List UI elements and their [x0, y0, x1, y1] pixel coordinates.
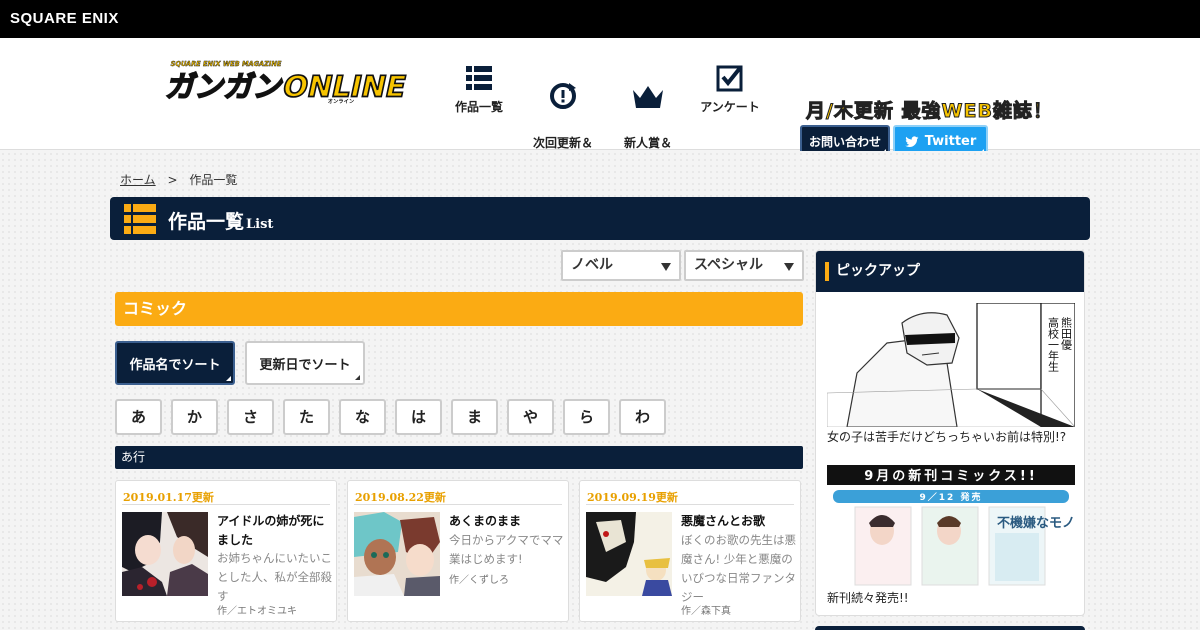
kana-tab-ha[interactable]: は: [395, 399, 442, 435]
dropdown-arrow-icon: [661, 263, 671, 271]
new-comics-caption[interactable]: 新刊続々発売!!: [827, 589, 909, 606]
novel-select[interactable]: ノベル: [561, 250, 681, 281]
next-sidebar-panel: [815, 626, 1085, 630]
accent-bar: [825, 262, 829, 281]
nav-survey[interactable]: アンケート: [700, 64, 760, 116]
a-row-heading: あ行: [115, 446, 803, 469]
refresh-clock-icon: [550, 83, 576, 109]
work-card[interactable]: 2019.08.22更新 あくまのまま 今日からアクマでママ業はじめます! 作／…: [347, 480, 569, 622]
dropdown-arrow-icon: [784, 263, 794, 271]
special-select[interactable]: スペシャル: [684, 250, 804, 281]
special-select-label: スペシャル: [694, 257, 764, 273]
corner-mark: [355, 375, 360, 380]
sort-by-date-button[interactable]: 更新日でソート: [245, 341, 365, 385]
svg-text:9月の新刊コミックス!!: 9月の新刊コミックス!!: [864, 468, 1038, 484]
breadcrumb-home-link[interactable]: ホーム: [120, 173, 156, 187]
kana-tab-ka[interactable]: か: [171, 399, 218, 435]
page-title: 作品一覧 List: [168, 207, 273, 234]
work-description: 今日からアクマでママ業はじめます!: [449, 533, 564, 566]
divider: [122, 504, 330, 505]
page-title-bar: 作品一覧 List: [110, 197, 1090, 240]
work-description: お姉ちゃんにいたいことした人、私が全部殺す: [217, 551, 332, 603]
kana-tab-a[interactable]: あ: [115, 399, 162, 435]
page-title-main: 作品一覧: [168, 211, 245, 233]
svg-text:9／12 発売: 9／12 発売: [920, 491, 983, 503]
work-title[interactable]: 悪魔さんとお歌: [681, 512, 795, 531]
divider: [586, 504, 794, 505]
nav-works-list[interactable]: 作品一覧: [455, 64, 503, 116]
svg-text:高校一年生: 高校一年生: [1047, 316, 1060, 372]
update-date: 2019.08.22更新: [355, 491, 446, 504]
svg-text:SQUARE ENIX WEB MAGAZINE: SQUARE ENIX WEB MAGAZINE: [171, 60, 282, 68]
list-icon: [466, 66, 492, 90]
page-title-sub: List: [246, 217, 274, 232]
svg-text:ガンガンONLINE: ガンガンONLINE: [164, 70, 410, 104]
update-date: 2019.09.19更新: [587, 491, 678, 504]
work-author: 作／くずしろ: [449, 575, 509, 586]
kana-tab-sa[interactable]: さ: [227, 399, 274, 435]
contact-label: お問い合わせ: [808, 135, 881, 149]
svg-text:熊田優: 熊田優: [1060, 316, 1073, 351]
breadcrumb-current: 作品一覧: [189, 173, 238, 187]
tagline: 月/木更新 最強WEB雑誌！: [806, 100, 1053, 123]
divider: [354, 504, 562, 505]
work-author: 作／エトオミユキ: [217, 606, 297, 617]
svg-text:不機嫌なモノノケ庵: 不機嫌なモノノケ庵: [997, 515, 1075, 531]
sort-by-title-label: 作品名でソート: [129, 357, 221, 373]
checkbox-icon: [716, 65, 743, 92]
work-thumbnail[interactable]: [586, 512, 672, 596]
work-thumbnail[interactable]: [354, 512, 440, 596]
pickup-banner-image[interactable]: 熊田優 高校一年生: [827, 303, 1075, 427]
breadcrumb: ホーム > 作品一覧: [120, 171, 237, 188]
work-description: ぼくのお歌の先生は悪魔さん! 少年と悪魔のいびつな日常ファンタジー: [681, 533, 796, 604]
pickup-sidebar: ピックアップ 熊田優 高校一年生 女の子は苦手だけどちっちゃいお前は特別!? 9…: [815, 250, 1085, 616]
sort-by-title-button[interactable]: 作品名でソート: [115, 341, 235, 385]
work-title[interactable]: あくまのまま: [449, 512, 563, 531]
work-author: 作／森下真: [681, 606, 731, 617]
pickup-caption[interactable]: 女の子は苦手だけどちっちゃいお前は特別!?: [827, 428, 1066, 445]
work-card[interactable]: 2019.01.17更新 アイドルの姉が死にました お姉ちゃんにいたいことした人…: [115, 480, 337, 622]
kana-tab-ya[interactable]: や: [507, 399, 554, 435]
update-date: 2019.01.17更新: [123, 491, 214, 504]
twitter-label: Twitter: [924, 134, 977, 149]
new-comics-banner-image[interactable]: 9月の新刊コミックス!! 9／12 発売 不機嫌なモノノケ庵: [827, 465, 1075, 587]
list-icon: [124, 204, 156, 234]
nav-label: アンケート: [700, 100, 760, 114]
top-bar: SQUARE ENIX: [0, 0, 1200, 38]
gangan-online-logo[interactable]: SQUARE ENIX WEB MAGAZINE ガンガンONLINE オンライ…: [110, 58, 428, 128]
svg-text:オンライン: オンライン: [328, 98, 354, 105]
sort-by-date-label: 更新日でソート: [259, 357, 351, 373]
pickup-heading: ピックアップ: [816, 251, 1084, 292]
work-card[interactable]: 2019.09.19更新 悪魔さんとお歌 ぼくのお歌の先生は悪魔さん! 少年と悪…: [579, 480, 801, 622]
kana-tab-na[interactable]: な: [339, 399, 386, 435]
comic-section-heading: コミック: [115, 292, 803, 326]
kana-tab-ma[interactable]: ま: [451, 399, 498, 435]
square-enix-logo[interactable]: SQUARE ENIX: [10, 10, 119, 27]
novel-select-label: ノベル: [571, 257, 613, 273]
twitter-bird-icon: [905, 135, 919, 147]
work-thumbnail[interactable]: [122, 512, 208, 596]
breadcrumb-separator: >: [167, 173, 178, 187]
site-header: SQUARE ENIX WEB MAGAZINE ガンガンONLINE オンライ…: [0, 38, 1200, 168]
crown-icon: [633, 86, 663, 108]
corner-mark: [226, 376, 231, 381]
nav-label: 作品一覧: [455, 100, 504, 114]
kana-tab-ra[interactable]: ら: [563, 399, 610, 435]
work-title[interactable]: アイドルの姉が死にました: [217, 512, 331, 550]
kana-tab-wa[interactable]: わ: [619, 399, 666, 435]
kana-tab-ta[interactable]: た: [283, 399, 330, 435]
pickup-title: ピックアップ: [836, 263, 920, 279]
